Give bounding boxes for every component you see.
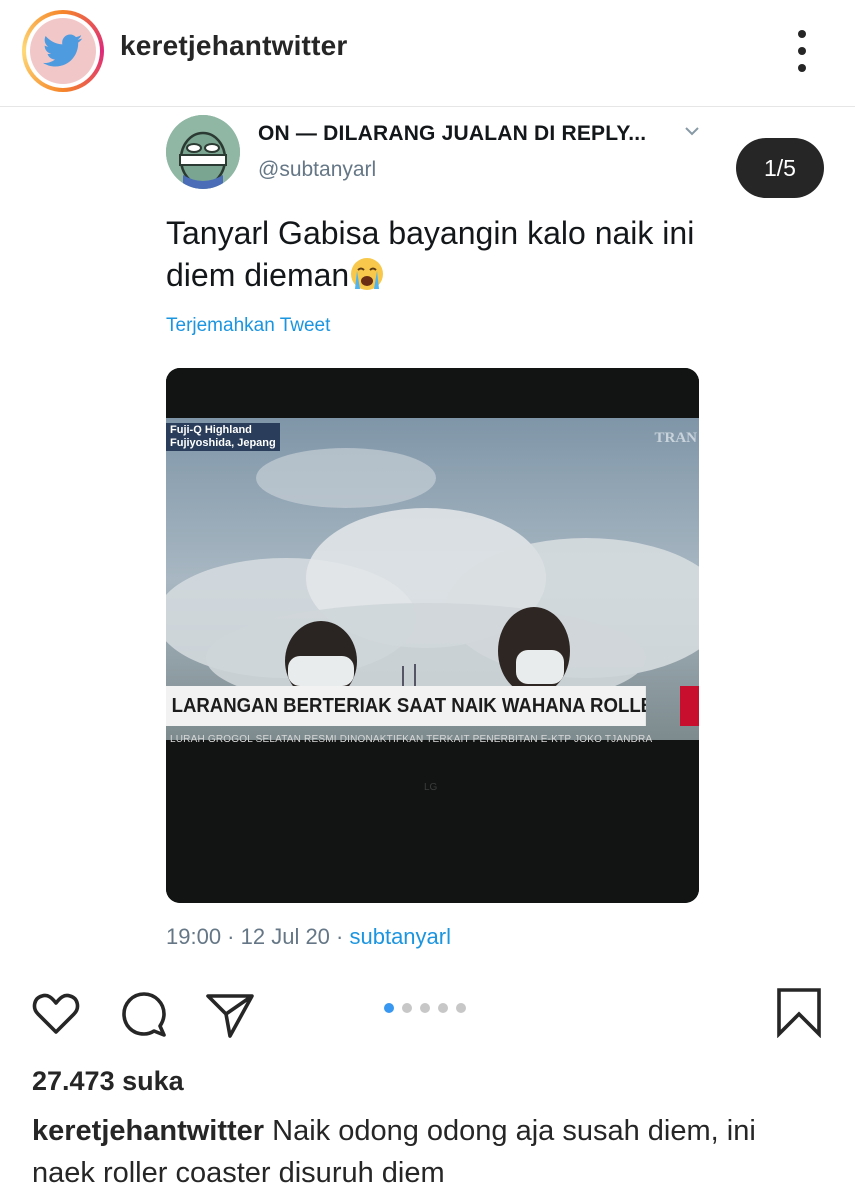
carousel-dot [438,1003,448,1013]
tweet-image[interactable]: Fuji-Q Highland Fujiyoshida, Jepang TRAN… [166,368,699,903]
carousel-dot [402,1003,412,1013]
tweet-meta: 19:00 · 12 Jul 20 · subtanyarl [166,924,451,949]
tweet-text-body: Tanyarl Gabisa bayangin kalo naik ini di… [166,215,695,293]
carousel-dots [384,1003,466,1013]
tv-ticker: LURAH GROGOL SELATAN RESMI DINONAKTIFKAN… [170,734,653,745]
post-caption: keretjehantwitter Naik odong odong aja s… [32,1110,822,1194]
more-vertical-icon[interactable] [790,30,814,72]
post-username[interactable]: keretjehantwitter [120,30,347,62]
loudly-crying-face-icon [349,256,385,292]
carousel-dot [420,1003,430,1013]
tweet-display-name: ON — DILARANG JUALAN DI REPLY... [258,122,647,145]
bookmark-icon[interactable] [774,986,826,1038]
comment-icon[interactable] [118,988,170,1040]
carousel-counter: 1/5 [736,138,824,198]
tv-headline: LARANGAN BERTERIAK SAAT NAIK WAHANA ROLL… [166,686,646,726]
post-header: keretjehantwitter [0,0,855,107]
heart-icon[interactable] [30,988,82,1040]
twitter-bird-icon [30,18,96,84]
likes-count[interactable]: 27.473 suka [32,1066,184,1097]
tv-channel-logo: TRAN [654,430,697,446]
caption-username[interactable]: keretjehantwitter [32,1115,264,1147]
carousel-dot [384,1003,394,1013]
tv-brand-logo: LG [424,782,438,793]
tweet-handle: @subtanyarl [258,158,377,181]
tweet-avatar [166,115,240,189]
tv-headline-accent [680,686,699,726]
avatar[interactable] [22,10,104,92]
send-icon[interactable] [204,988,256,1040]
tweet-text: Tanyarl Gabisa bayangin kalo naik ini di… [166,212,726,296]
carousel-dot [456,1003,466,1013]
tv-location-label: Fuji-Q Highland Fujiyoshida, Jepang [166,423,280,451]
translate-tweet-link[interactable]: Terjemahkan Tweet [166,315,330,337]
chevron-down-icon[interactable] [683,124,701,138]
